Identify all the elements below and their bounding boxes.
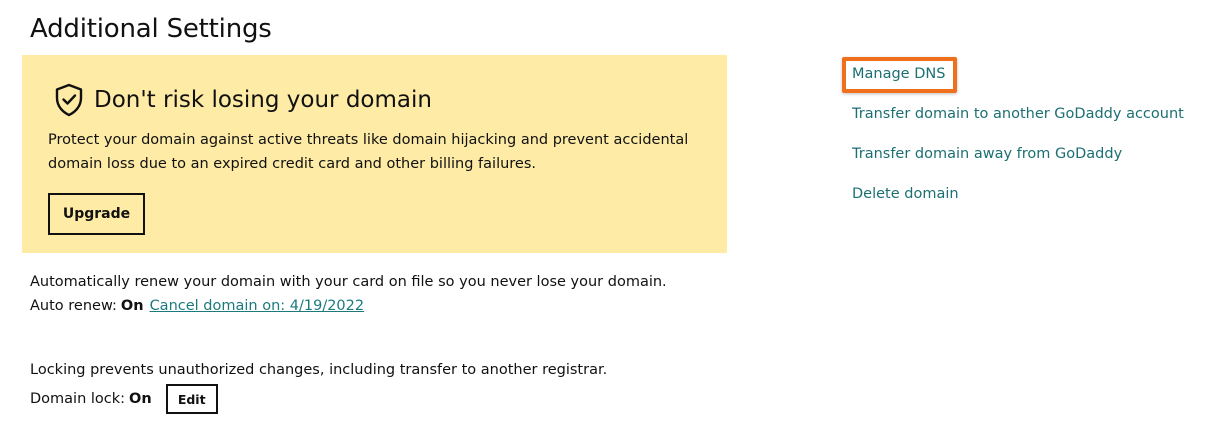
upgrade-promo-banner: Don't risk losing your domain Protect yo…: [22, 55, 727, 253]
domain-lock-description: Locking prevents unauthorized changes, i…: [30, 362, 608, 378]
auto-renew-section: Automatically renew your domain with you…: [30, 270, 667, 318]
auto-renew-status: On: [120, 298, 144, 314]
promo-description: Protect your domain against active threa…: [48, 132, 689, 172]
cancel-domain-link[interactable]: Cancel domain on: 4/19/2022: [150, 294, 365, 318]
domain-lock-label: Domain lock:: [30, 391, 126, 407]
auto-renew-label: Auto renew:: [30, 298, 117, 314]
promo-header: Don't risk losing your domain: [54, 83, 432, 117]
delete-domain-link[interactable]: Delete domain: [852, 186, 959, 202]
promo-title: Don't risk losing your domain: [94, 87, 432, 113]
manage-dns-link[interactable]: Manage DNS: [852, 66, 945, 82]
shield-check-icon: [54, 83, 84, 117]
transfer-to-account-link[interactable]: Transfer domain to another GoDaddy accou…: [852, 106, 1184, 122]
page-title: Additional Settings: [30, 14, 272, 44]
edit-domain-lock-button[interactable]: Edit: [165, 384, 218, 414]
upgrade-button[interactable]: Upgrade: [48, 193, 145, 235]
domain-lock-section: Locking prevents unauthorized changes, i…: [30, 358, 607, 414]
transfer-away-link[interactable]: Transfer domain away from GoDaddy: [852, 146, 1122, 162]
domain-lock-status: On: [129, 391, 152, 407]
auto-renew-description: Automatically renew your domain with you…: [30, 274, 667, 290]
additional-settings-page: Additional Settings Don't risk losing yo…: [0, 0, 1216, 442]
